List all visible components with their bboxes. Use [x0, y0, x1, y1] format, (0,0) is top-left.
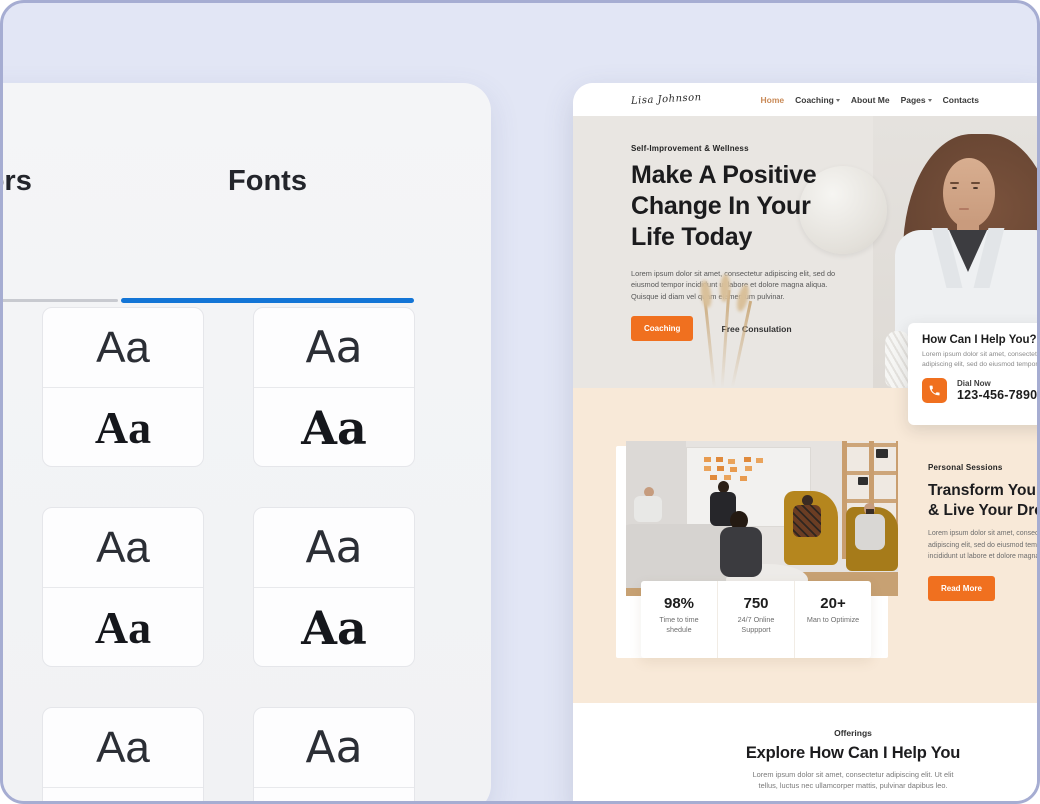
- font-sample-serif: Aa: [43, 388, 203, 467]
- sticky-notes: [704, 457, 711, 462]
- help-card-body: Lorem ipsum dolor sit amet, consectetur …: [922, 350, 1040, 370]
- nav-coaching[interactable]: Coaching: [795, 95, 840, 105]
- font-pair-card[interactable]: Aa Aa: [253, 707, 415, 804]
- fonts-panel: Colors Fonts Aa Aa Aa Aa Aa Aa Aa Aa Aa …: [0, 83, 491, 804]
- site-nav: Home Coaching About Me Pages Contacts: [761, 95, 980, 105]
- font-pair-card[interactable]: Aa Aa: [253, 507, 415, 667]
- nav-about-me[interactable]: About Me: [851, 95, 890, 105]
- font-sample-serif: Aa: [254, 788, 414, 804]
- font-sample-sans: Aa: [254, 708, 414, 787]
- nav-contacts[interactable]: Contacts: [943, 95, 979, 105]
- font-pair-card[interactable]: Aa Aa: [42, 507, 204, 667]
- help-card: How Can I Help You? Lorem ipsum dolor si…: [908, 323, 1040, 425]
- design-tool-frame: Colors Fonts Aa Aa Aa Aa Aa Aa Aa Aa Aa …: [0, 0, 1040, 804]
- sessions-body: Lorem ipsum dolor sit amet, consectetur …: [928, 528, 1040, 563]
- font-sample-sans: Aa: [43, 508, 203, 587]
- font-sample-serif: Aa: [254, 588, 414, 667]
- font-sample-sans: Aa: [43, 708, 203, 787]
- font-sample-sans: Aa: [43, 308, 203, 387]
- stats-card: 98% Time to time shedule 750 24/7 Online…: [641, 581, 871, 658]
- nav-pages[interactable]: Pages: [901, 95, 932, 105]
- font-pair-card[interactable]: Aa Aa: [42, 707, 204, 804]
- stat-item: 750 24/7 Online Suppport: [717, 581, 794, 658]
- chevron-down-icon: [836, 99, 840, 102]
- font-sample-serif: Aa: [254, 388, 414, 467]
- offerings-eyebrow: Offerings: [653, 728, 1040, 738]
- stat-item: 98% Time to time shedule: [641, 581, 717, 658]
- font-pair-card[interactable]: Aa Aa: [42, 307, 204, 467]
- phone-icon[interactable]: [922, 378, 947, 403]
- offerings-section: Offerings Explore How Can I Help You Lor…: [573, 703, 1040, 804]
- font-pair-card[interactable]: Aa Aa: [253, 307, 415, 467]
- nav-home[interactable]: Home: [761, 95, 785, 105]
- offerings-body: Lorem ipsum dolor sit amet, consectetur …: [653, 769, 1040, 791]
- site-logo[interactable]: Lisa Johnson: [631, 92, 702, 107]
- chevron-down-icon: [928, 99, 932, 102]
- stat-item: 20+ Man to Optimize: [794, 581, 871, 658]
- font-sample-sans: Aa: [254, 508, 414, 587]
- pampas-grass-decoration: [668, 288, 788, 388]
- sessions-eyebrow: Personal Sessions: [928, 463, 1003, 472]
- tab-underline-inactive: [0, 299, 118, 302]
- portrait-brow: [950, 182, 959, 184]
- phone-number[interactable]: 123-456-7890: [957, 388, 1037, 402]
- dial-now-label: Dial Now: [957, 379, 1037, 388]
- sessions-section: Personal Sessions Transform Your Life & …: [573, 388, 1040, 703]
- tab-colors[interactable]: Colors: [0, 165, 32, 198]
- portrait-face: [943, 158, 995, 228]
- font-sample-serif: Aa: [43, 788, 203, 804]
- tab-fonts[interactable]: Fonts: [121, 165, 414, 198]
- read-more-button[interactable]: Read More: [928, 576, 995, 601]
- website-preview: Lisa Johnson Home Coaching About Me Page…: [573, 83, 1040, 804]
- hero-eyebrow: Self-Improvement & Wellness: [631, 144, 749, 153]
- sessions-title: Transform Your Life & Live Your Dreams: [928, 481, 1040, 521]
- group-session-photo: [626, 441, 898, 596]
- help-card-title: How Can I Help You?: [922, 334, 1040, 346]
- tab-underline-active: [121, 298, 414, 303]
- font-sample-sans: Aa: [254, 308, 414, 387]
- offerings-title: Explore How Can I Help You: [653, 744, 1040, 763]
- site-header: Lisa Johnson Home Coaching About Me Page…: [573, 83, 1040, 116]
- portrait-brow: [971, 182, 980, 184]
- font-sample-serif: Aa: [43, 588, 203, 667]
- hero-title: Make A Positive Change In Your Life Toda…: [631, 160, 817, 253]
